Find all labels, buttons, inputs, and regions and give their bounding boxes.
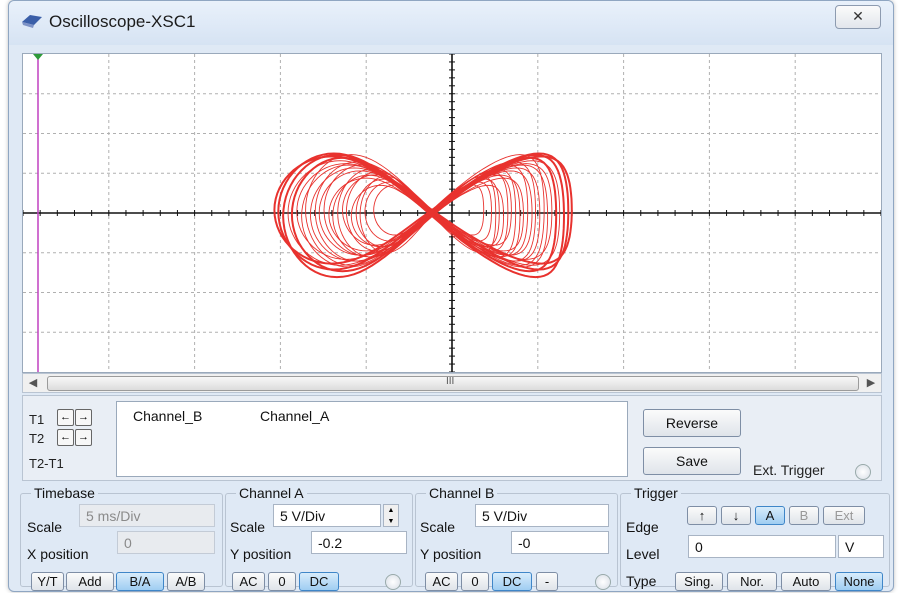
level-label: Level bbox=[626, 546, 660, 562]
cursor-t1-marker bbox=[33, 54, 43, 60]
timebase-mode-button-2[interactable]: B/A bbox=[116, 572, 164, 591]
channel-b-coupling-button-0[interactable]: AC bbox=[425, 572, 458, 591]
readout-column-channel-b: Channel_B bbox=[133, 408, 203, 424]
channel-a-scale-label: Scale bbox=[230, 519, 266, 535]
scroll-left-icon[interactable]: ◀ bbox=[25, 375, 41, 391]
trigger-edge-button-3[interactable]: B bbox=[789, 506, 819, 525]
channel-a-coupling-button-0[interactable]: AC bbox=[232, 572, 265, 591]
x-position-label: X position bbox=[27, 546, 89, 562]
channel-a-coupling-button-2[interactable]: DC bbox=[299, 572, 339, 591]
trigger-level-field[interactable]: 0 bbox=[688, 535, 836, 558]
channel-a-terminal[interactable] bbox=[385, 574, 401, 590]
timebase-mode-button-3[interactable]: A/B bbox=[167, 572, 205, 591]
title-bar[interactable]: Oscilloscope-XSC1 ✕ bbox=[9, 1, 893, 45]
horizontal-scrollbar[interactable]: ◀ III ▶ bbox=[22, 373, 882, 393]
trigger-type-button-1[interactable]: Nor. bbox=[727, 572, 777, 591]
scroll-grip: III bbox=[446, 376, 455, 387]
scope-display bbox=[23, 54, 881, 372]
timebase-title: Timebase bbox=[31, 485, 98, 501]
channel-a-scale-field[interactable]: 5 V/Div bbox=[273, 504, 381, 527]
ext-trigger-label: Ext. Trigger bbox=[753, 462, 825, 478]
lissajous-trace bbox=[273, 152, 573, 279]
edge-label: Edge bbox=[626, 519, 659, 535]
channel-b-scale-field[interactable]: 5 V/Div bbox=[475, 504, 609, 527]
scroll-right-icon[interactable]: ▶ bbox=[863, 375, 879, 391]
timebase-scale-label: Scale bbox=[27, 519, 63, 535]
save-button[interactable]: Save bbox=[643, 447, 741, 475]
trigger-type-button-0[interactable]: Sing. bbox=[675, 572, 723, 591]
trigger-type-button-2[interactable]: Auto bbox=[781, 572, 831, 591]
channel-b-ypos-label: Y position bbox=[420, 546, 482, 562]
channel-a-scale-spinner-icon[interactable]: ▲ ▼ bbox=[383, 504, 399, 527]
scope-screen[interactable] bbox=[22, 53, 882, 373]
channel-b-coupling-button-1[interactable]: 0 bbox=[461, 572, 489, 591]
channel-a-ypos-label: Y position bbox=[230, 546, 292, 562]
timebase-mode-button-0[interactable]: Y/T bbox=[31, 572, 64, 591]
channel-b-title: Channel B bbox=[426, 485, 498, 501]
close-button[interactable]: ✕ bbox=[835, 5, 881, 29]
t2-right-arrow-icon[interactable]: → bbox=[75, 429, 92, 446]
trace-loop bbox=[296, 163, 553, 260]
cursor-readout: Channel_B Channel_A bbox=[116, 401, 628, 477]
channel-b-ypos-field[interactable]: -0 bbox=[511, 531, 609, 554]
t1-label: T1 bbox=[29, 412, 45, 427]
trigger-edge-button-2[interactable]: A bbox=[755, 506, 785, 525]
trigger-edge-button-4[interactable]: Ext bbox=[823, 506, 865, 525]
channel-b-scale-label: Scale bbox=[420, 519, 456, 535]
oscilloscope-app-icon bbox=[22, 15, 42, 28]
t2-label: T2 bbox=[29, 431, 45, 446]
scroll-thumb[interactable]: III bbox=[47, 376, 859, 391]
readout-column-channel-a: Channel_A bbox=[260, 408, 330, 424]
ext-trigger-terminal[interactable] bbox=[855, 464, 871, 480]
type-label: Type bbox=[626, 573, 657, 589]
channel-b-coupling-button-2[interactable]: DC bbox=[492, 572, 532, 591]
trigger-edge-button-1[interactable]: ↓ bbox=[721, 506, 751, 525]
timebase-scale-field[interactable]: 5 ms/Div bbox=[79, 504, 215, 527]
channel-a-ypos-field[interactable]: -0.2 bbox=[311, 531, 407, 554]
trigger-level-unit[interactable]: V bbox=[838, 535, 884, 558]
t1-left-arrow-icon[interactable]: ← bbox=[57, 409, 74, 426]
t2-left-arrow-icon[interactable]: ← bbox=[57, 429, 74, 446]
reverse-button[interactable]: Reverse bbox=[643, 409, 741, 437]
channel-b-coupling-button-3[interactable]: - bbox=[536, 572, 558, 591]
timebase-mode-button-1[interactable]: Add bbox=[66, 572, 114, 591]
x-position-field[interactable]: 0 bbox=[117, 531, 215, 554]
t1-right-arrow-icon[interactable]: → bbox=[75, 409, 92, 426]
scope-grid bbox=[23, 54, 881, 372]
oscilloscope-window: Oscilloscope-XSC1 ✕ ◀ III ▶ T1 ← → T2 ← … bbox=[8, 0, 894, 592]
channel-b-terminal[interactable] bbox=[595, 574, 611, 590]
trigger-edge-button-0[interactable]: ↑ bbox=[687, 506, 717, 525]
t2-t1-label: T2-T1 bbox=[29, 456, 64, 471]
trigger-type-button-3[interactable]: None bbox=[835, 572, 883, 591]
window-title: Oscilloscope-XSC1 bbox=[49, 12, 196, 31]
trigger-title: Trigger bbox=[631, 485, 681, 501]
channel-a-coupling-button-1[interactable]: 0 bbox=[268, 572, 296, 591]
channel-a-title: Channel A bbox=[236, 485, 307, 501]
